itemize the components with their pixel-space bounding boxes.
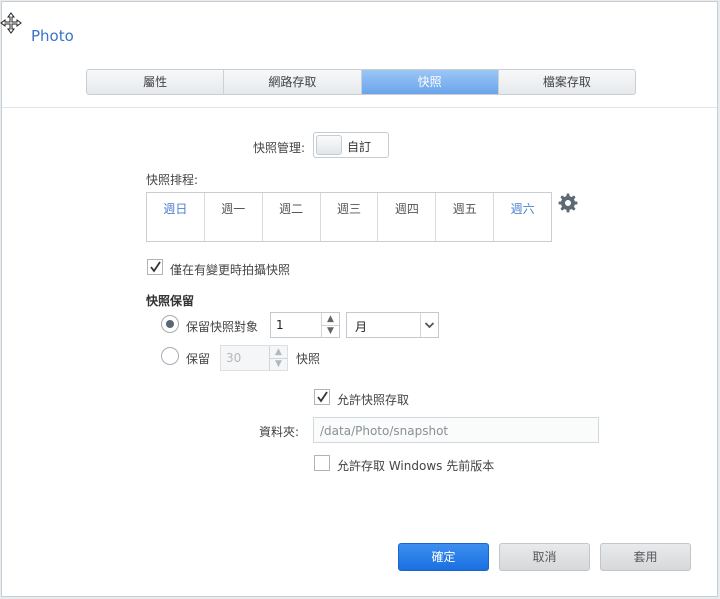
- snapshot-management-toggle[interactable]: 自訂: [313, 132, 389, 158]
- only-on-change-checkbox[interactable]: [147, 259, 163, 275]
- checkmark-icon: [150, 261, 161, 273]
- snapshot-dialog: Photo 屬性 網路存取 快照 檔案存取 快照管理: 自訂 快照排程: 週日 …: [0, 1, 718, 597]
- apply-button[interactable]: 套用: [600, 543, 691, 571]
- retention-count-value: 30: [226, 351, 242, 365]
- schedule-day-sat[interactable]: 週六: [494, 193, 551, 241]
- toggle-label: 自訂: [347, 140, 372, 154]
- ok-button[interactable]: 確定: [398, 543, 489, 571]
- retention-count-stepper[interactable]: 30 ▲ ▼: [220, 345, 288, 371]
- schedule-day-thu[interactable]: 週四: [378, 193, 437, 241]
- folder-path-field[interactable]: /data/Photo/snapshot: [313, 417, 599, 443]
- dialog-title: Photo: [31, 27, 74, 45]
- stepper-arrows: ▲ ▼: [269, 346, 287, 370]
- only-on-change-label: 僅在有變更時拍攝快照: [170, 263, 291, 277]
- checkmark-icon: [317, 391, 328, 403]
- retention-section-title: 快照保留: [146, 294, 195, 308]
- stepper-down-icon[interactable]: ▼: [322, 325, 339, 337]
- schedule-day-fri[interactable]: 週五: [436, 193, 495, 241]
- allow-snapshot-access-checkbox[interactable]: [314, 389, 330, 405]
- retention-unit-select[interactable]: 月: [346, 312, 439, 338]
- retention-period-stepper[interactable]: 1 ▲ ▼: [270, 312, 340, 338]
- retention-keep-count-radio[interactable]: [161, 347, 179, 365]
- tab-snapshot[interactable]: 快照: [361, 70, 499, 94]
- retention-keep-for-label: 保留快照對象: [186, 320, 259, 334]
- move-cursor-icon[interactable]: [0, 12, 22, 34]
- chevron-down-icon[interactable]: [420, 313, 438, 337]
- tab-file-access[interactable]: 檔案存取: [499, 70, 635, 94]
- toggle-knob[interactable]: [316, 135, 342, 155]
- schedule-day-sun[interactable]: 週日: [147, 193, 205, 241]
- retention-keep-for-radio[interactable]: [161, 315, 179, 333]
- schedule-day-mon[interactable]: 週一: [205, 193, 263, 241]
- retention-keep-count-label: 保留: [186, 352, 211, 366]
- retention-period-value: 1: [276, 318, 284, 332]
- schedule-label: 快照排程:: [146, 173, 199, 187]
- retention-unit-value: 月: [355, 320, 368, 334]
- tab-network-access[interactable]: 網路存取: [224, 70, 362, 94]
- cancel-button[interactable]: 取消: [499, 543, 590, 571]
- folder-path-value: /data/Photo/snapshot: [320, 424, 449, 438]
- gear-icon[interactable]: [558, 193, 578, 213]
- header-divider: [2, 107, 717, 108]
- schedule-day-wed[interactable]: 週三: [321, 193, 379, 241]
- folder-label: 資料夾:: [259, 425, 300, 439]
- snapshot-management-label: 快照管理:: [253, 141, 306, 155]
- retention-count-suffix: 快照: [296, 352, 321, 366]
- stepper-arrows: ▲ ▼: [321, 313, 339, 337]
- schedule-week-grid: 週日 週一 週二 週三 週四 週五 週六: [146, 192, 552, 242]
- windows-previous-versions-checkbox[interactable]: [314, 455, 330, 471]
- stepper-down-icon[interactable]: ▼: [270, 358, 287, 370]
- windows-previous-versions-label: 允許存取 Windows 先前版本: [337, 459, 495, 473]
- tab-properties[interactable]: 屬性: [87, 70, 225, 94]
- tab-bar: 屬性 網路存取 快照 檔案存取: [86, 69, 636, 95]
- schedule-day-tue[interactable]: 週二: [263, 193, 321, 241]
- allow-snapshot-access-label: 允許快照存取: [337, 393, 410, 407]
